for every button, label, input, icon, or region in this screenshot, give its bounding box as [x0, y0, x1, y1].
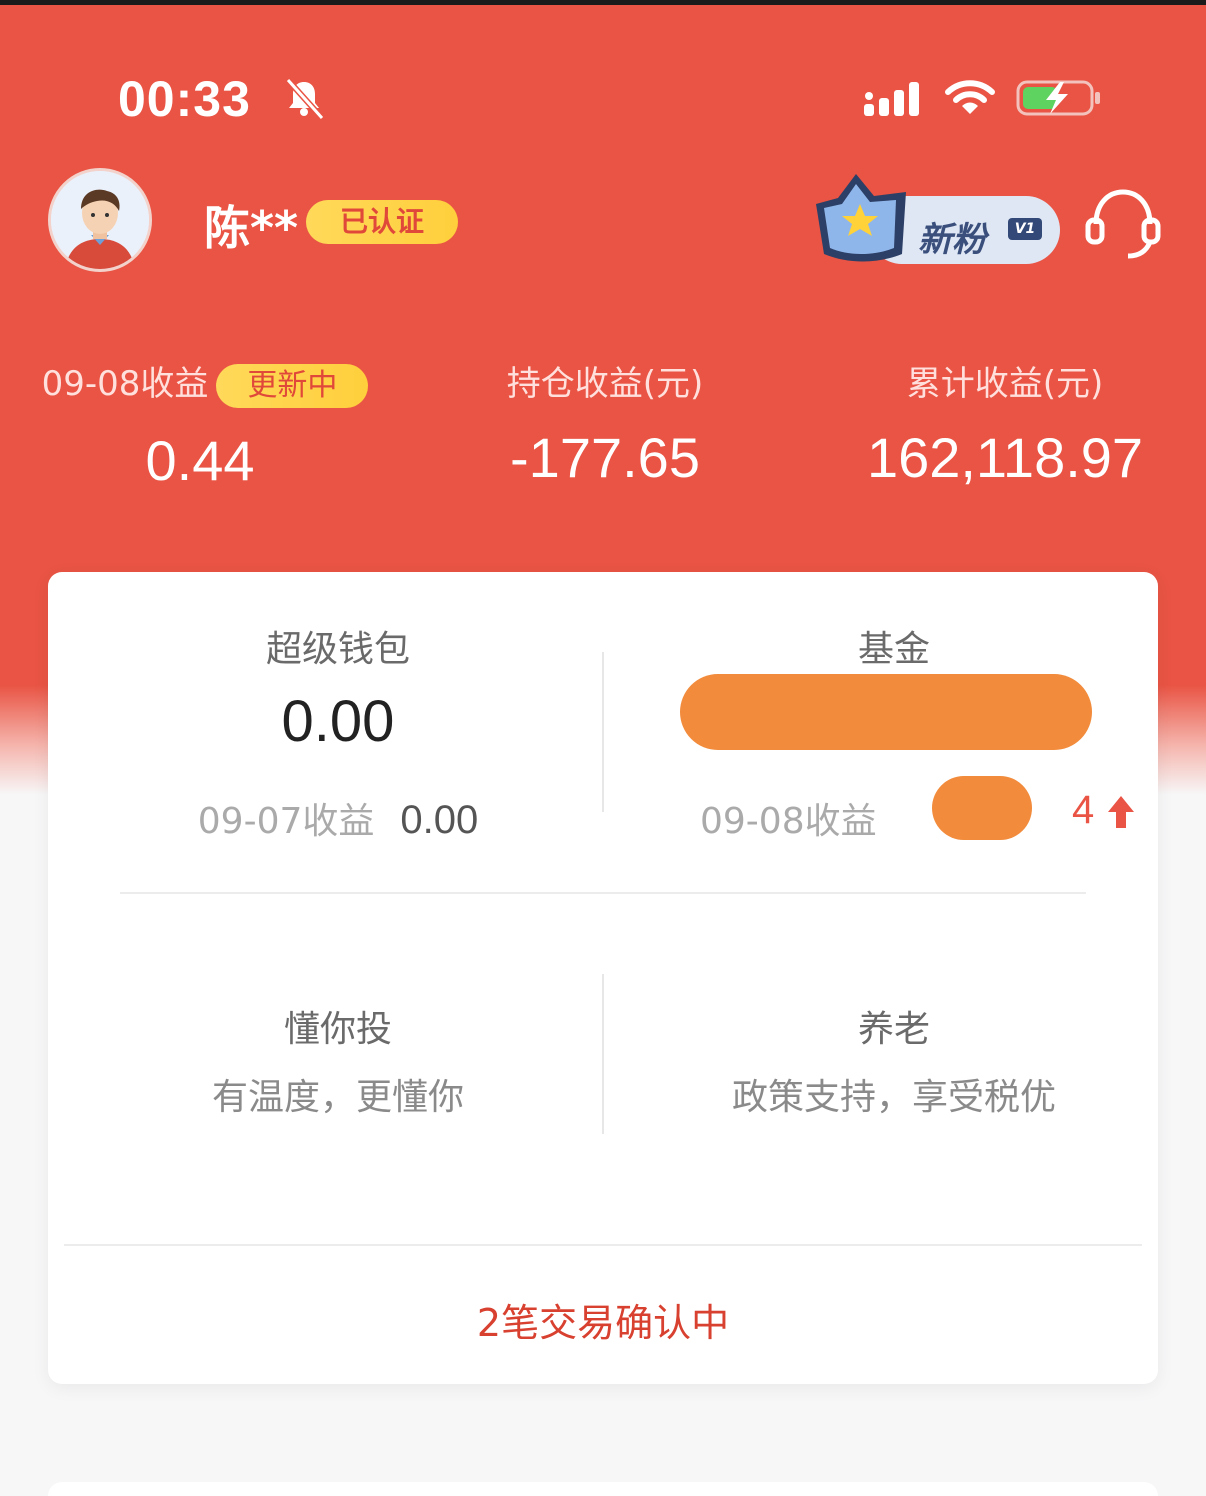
- headset-icon[interactable]: [1084, 184, 1162, 262]
- holding-earnings-label: 持仓收益(元): [506, 364, 704, 404]
- wallet-title[interactable]: 超级钱包: [48, 620, 628, 672]
- verified-badge[interactable]: 已认证: [306, 200, 458, 244]
- cumulative-earnings[interactable]: 累计收益(元) 162,118.97: [830, 356, 1180, 490]
- holding-earnings[interactable]: 持仓收益(元) -177.65: [440, 356, 770, 490]
- wallet-value[interactable]: 0.00: [48, 688, 628, 755]
- updating-badge: 更新中: [216, 363, 369, 408]
- vertical-divider: [602, 974, 604, 1134]
- level-label: 新粉: [918, 220, 986, 260]
- avatar[interactable]: [48, 168, 152, 272]
- signal-icon: [864, 82, 919, 116]
- daily-earnings-value: 0.44: [145, 428, 255, 492]
- holding-earnings-value: -177.65: [510, 426, 700, 489]
- horizontal-divider: [120, 892, 1086, 894]
- battery-charging-icon: [1016, 80, 1100, 116]
- wifi-icon: [945, 80, 995, 114]
- level-tag: V1: [1008, 218, 1042, 240]
- assets-card: 超级钱包 0.00 09-07收益 0.00 基金 09-08收益 4 懂你投 有…: [48, 572, 1158, 1384]
- smart-invest-desc: 有温度，更懂你: [211, 1077, 464, 1118]
- wallet-sub-value: 0.00: [400, 798, 479, 842]
- fund-sub-value-visible: 4: [1072, 788, 1095, 832]
- horizontal-divider: [64, 1244, 1142, 1246]
- fund-title[interactable]: 基金: [608, 620, 1180, 672]
- daily-earnings[interactable]: 09-08收益 更新中 0.44: [20, 356, 390, 493]
- pension-desc: 政策支持，享受税优: [731, 1077, 1056, 1118]
- smart-invest-title[interactable]: 懂你投: [48, 1000, 628, 1052]
- vertical-divider: [602, 652, 604, 812]
- cumulative-earnings-value: 162,118.97: [866, 426, 1144, 489]
- cumulative-earnings-label: 累计收益(元): [906, 364, 1104, 404]
- pension-title[interactable]: 养老: [608, 1000, 1180, 1052]
- pending-transactions-link[interactable]: 2笔交易确认中: [48, 1292, 1158, 1347]
- up-arrow-icon: [1108, 796, 1134, 828]
- bell-muted-icon: [285, 77, 325, 120]
- redaction-mark: [680, 674, 1092, 750]
- wallet-sub-label: 09-07收益: [197, 801, 375, 842]
- fund-sub-label: 09-08收益: [700, 801, 877, 842]
- user-name[interactable]: 陈**: [204, 192, 298, 258]
- wallet-sub: 09-07收益 0.00: [48, 792, 628, 844]
- daily-earnings-label: 09-08收益: [41, 364, 209, 404]
- redaction-mark: [932, 776, 1032, 840]
- avatar-illustration: [51, 171, 149, 269]
- status-time: 00:33: [118, 71, 251, 127]
- daily-earnings-label-row: 09-08收益 更新中: [20, 356, 390, 408]
- next-card-edge: [48, 1482, 1158, 1496]
